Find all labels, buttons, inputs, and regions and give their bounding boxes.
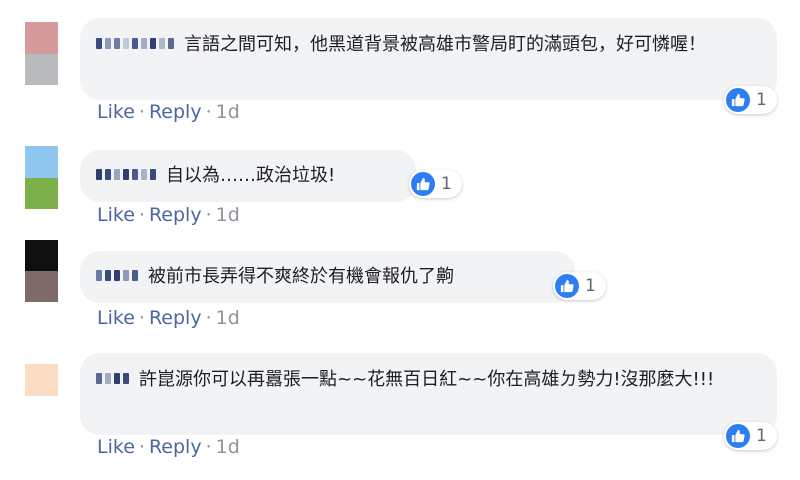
comment-bubble: 言語之間可知，他黑道背景被高雄市警局盯的滿頭包，好可憐喔！ — [80, 18, 777, 100]
separator: · — [138, 307, 145, 329]
name-pixel-block — [123, 372, 129, 384]
name-pixel-block — [150, 168, 156, 180]
commenter-name[interactable] — [96, 168, 156, 180]
name-pixel-block — [123, 269, 129, 281]
separator: · — [205, 307, 212, 329]
reply-link[interactable]: Reply — [149, 204, 202, 226]
name-pixel-block — [141, 168, 147, 180]
comment-bubble: 被前市長弄得不爽終於有機會報仇了齁 — [80, 251, 575, 303]
reaction-count: 1 — [756, 426, 767, 446]
name-pixel-block — [123, 37, 129, 49]
commenter-name[interactable] — [96, 269, 138, 281]
reaction-count: 1 — [756, 90, 767, 110]
thumbs-up-icon — [726, 88, 750, 112]
separator: · — [138, 436, 145, 458]
reply-link[interactable]: Reply — [149, 307, 202, 329]
name-pixel-block — [96, 168, 102, 180]
reaction-badge[interactable]: 1 — [724, 86, 777, 114]
name-pixel-block — [132, 269, 138, 281]
comment-actions: Like · Reply · 1d — [97, 307, 240, 329]
reaction-count: 1 — [441, 174, 452, 194]
avatar-bottom — [25, 177, 58, 209]
thumbs-up-icon — [726, 424, 750, 448]
comment-bubble: 自以為……政治垃圾! — [80, 150, 416, 202]
timestamp[interactable]: 1d — [216, 307, 240, 329]
name-pixel-block — [123, 168, 129, 180]
name-pixel-block — [96, 37, 102, 49]
name-pixel-block — [168, 37, 174, 49]
avatar-bottom — [25, 380, 58, 396]
reaction-badge[interactable]: 1 — [553, 272, 606, 300]
separator: · — [138, 101, 145, 123]
timestamp[interactable]: 1d — [216, 436, 240, 458]
avatar[interactable] — [25, 22, 58, 85]
comment-actions: Like · Reply · 1d — [97, 204, 240, 226]
name-pixel-block — [132, 37, 138, 49]
reaction-badge[interactable]: 1 — [724, 422, 777, 450]
name-pixel-block — [105, 168, 111, 180]
comment-actions: Like · Reply · 1d — [97, 101, 240, 123]
name-pixel-block — [141, 37, 147, 49]
comment-text: 自以為……政治垃圾! — [166, 165, 336, 186]
like-link[interactable]: Like — [97, 436, 135, 458]
timestamp[interactable]: 1d — [216, 204, 240, 226]
reply-link[interactable]: Reply — [149, 436, 202, 458]
avatar-bottom — [25, 271, 58, 302]
name-pixel-block — [132, 168, 138, 180]
avatar-bottom — [25, 53, 58, 85]
separator: · — [205, 101, 212, 123]
reaction-count: 1 — [585, 276, 596, 296]
avatar[interactable] — [25, 364, 58, 396]
name-pixel-block — [105, 372, 111, 384]
timestamp[interactable]: 1d — [216, 101, 240, 123]
like-link[interactable]: Like — [97, 204, 135, 226]
name-pixel-block — [150, 37, 156, 49]
avatar[interactable] — [25, 240, 58, 302]
separator: · — [138, 204, 145, 226]
name-pixel-block — [96, 372, 102, 384]
name-pixel-block — [105, 269, 111, 281]
name-pixel-block — [159, 37, 165, 49]
avatar-top — [25, 146, 58, 178]
reply-link[interactable]: Reply — [149, 101, 202, 123]
comment-actions: Like · Reply · 1d — [97, 436, 240, 458]
thumbs-up-icon — [411, 172, 435, 196]
reaction-badge[interactable]: 1 — [409, 170, 462, 198]
comment-bubble: 許崑源你可以再囂張一點~~花無百日紅~~你在高雄ㄉ勢力!沒那麼大!!! — [80, 353, 777, 435]
name-pixel-block — [114, 269, 120, 281]
avatar-top — [25, 364, 58, 380]
comment-text: 許崑源你可以再囂張一點~~花無百日紅~~你在高雄ㄉ勢力!沒那麼大!!! — [139, 369, 715, 390]
avatar-top — [25, 240, 58, 271]
separator: · — [205, 436, 212, 458]
name-pixel-block — [114, 37, 120, 49]
comment-text: 言語之間可知，他黑道背景被高雄市警局盯的滿頭包，好可憐喔！ — [184, 34, 706, 55]
avatar-top — [25, 22, 58, 54]
separator: · — [205, 204, 212, 226]
comment-text: 被前市長弄得不爽終於有機會報仇了齁 — [148, 266, 454, 287]
thumbs-up-icon — [555, 274, 579, 298]
commenter-name[interactable] — [96, 37, 174, 49]
name-pixel-block — [114, 372, 120, 384]
commenter-name[interactable] — [96, 372, 129, 384]
like-link[interactable]: Like — [97, 307, 135, 329]
name-pixel-block — [105, 37, 111, 49]
avatar[interactable] — [25, 146, 58, 209]
name-pixel-block — [114, 168, 120, 180]
name-pixel-block — [96, 269, 102, 281]
like-link[interactable]: Like — [97, 101, 135, 123]
